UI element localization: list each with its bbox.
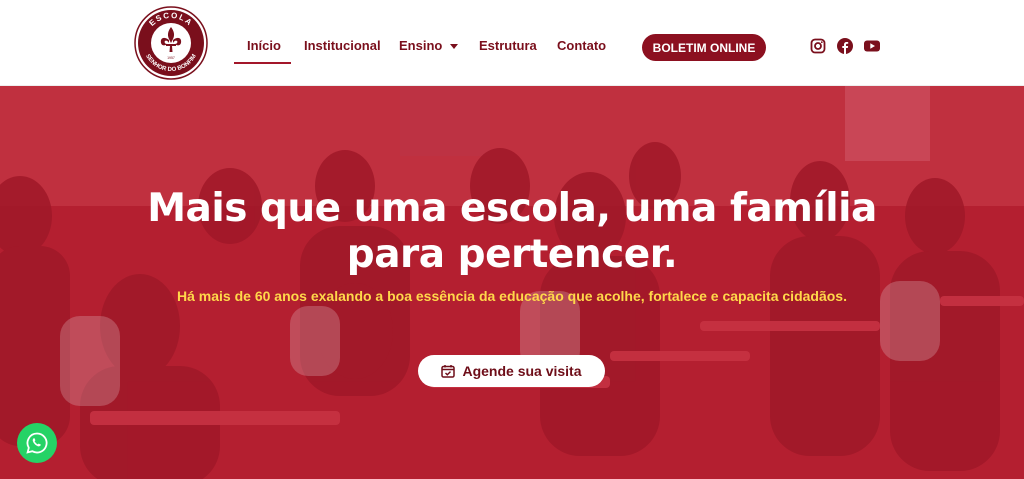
boletim-online-button[interactable]: BOLETIM ONLINE: [642, 34, 766, 61]
youtube-icon[interactable]: [864, 38, 880, 54]
hero-title-line1: Mais que uma escola, uma família: [147, 186, 877, 231]
agende-visita-label: Agende sua visita: [462, 363, 582, 379]
chevron-down-icon: [450, 44, 459, 50]
hero-background-image: [0, 86, 1024, 479]
instagram-icon[interactable]: [810, 38, 826, 54]
nav-estrutura[interactable]: Estrutura: [479, 38, 537, 58]
nav-institucional[interactable]: Institucional: [304, 38, 381, 58]
nav-ensino[interactable]: Ensino: [399, 38, 459, 58]
agende-visita-button[interactable]: Agende sua visita: [418, 355, 605, 387]
calendar-check-icon: [441, 365, 456, 378]
hero-title: Mais que uma escola, uma família para pe…: [0, 186, 1024, 278]
logo-year: 1957: [167, 56, 175, 60]
school-logo[interactable]: ESCOLA SENHOR DO BONFIM 1957: [134, 6, 208, 80]
nav-active-indicator: [234, 62, 291, 64]
hero-subtitle: Há mais de 60 anos exalando a boa essênc…: [177, 288, 847, 304]
whatsapp-icon[interactable]: [17, 423, 57, 463]
hero-section: Mais que uma escola, uma família para pe…: [0, 86, 1024, 479]
site-header: ESCOLA SENHOR DO BONFIM 1957 Início Inst…: [0, 0, 1024, 86]
nav-inicio[interactable]: Início: [247, 38, 281, 58]
nav-ensino-label: Ensino: [399, 38, 443, 53]
facebook-icon[interactable]: [837, 38, 853, 54]
hero-title-line2: para pertencer.: [346, 232, 678, 277]
logo-emblem-icon: ESCOLA SENHOR DO BONFIM 1957: [134, 6, 208, 80]
nav-contato[interactable]: Contato: [557, 38, 606, 58]
